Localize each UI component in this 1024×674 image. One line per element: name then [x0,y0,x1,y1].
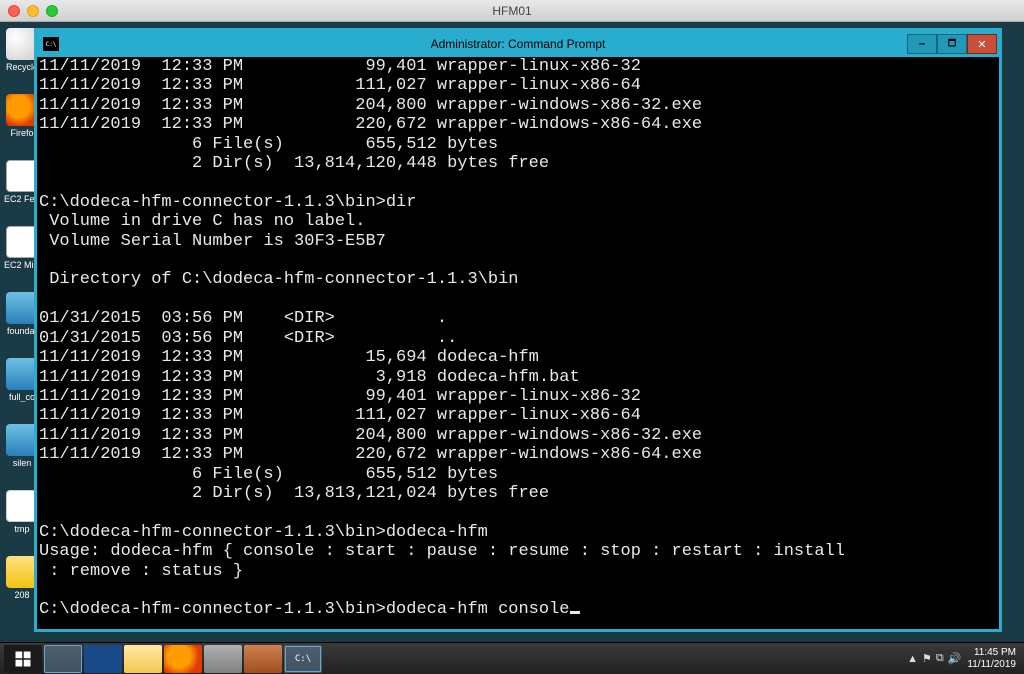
maximize-button[interactable] [937,34,967,54]
taskbar: C:\ ▲ ⚑ ⧉ 🔊 11:45 PM 11/11/2019 [0,642,1024,674]
window-buttons [907,34,997,54]
command-prompt-icon [43,37,59,51]
mac-window-buttons [8,5,58,17]
tray-sound-icon[interactable]: 🔊 [948,652,962,665]
mac-maximize-button[interactable] [46,5,58,17]
tray-icons[interactable]: ▲ ⚑ ⧉ 🔊 [907,652,961,665]
tray-flag-icon[interactable]: ⚑ [922,652,932,665]
taskbar-firefox[interactable] [164,645,202,673]
taskbar-powershell[interactable] [84,645,122,673]
command-prompt-window: Administrator: Command Prompt 11/11/2019… [34,28,1002,632]
command-prompt-titlebar[interactable]: Administrator: Command Prompt [37,31,999,57]
terminal-cursor [570,611,580,614]
taskbar-clock[interactable]: 11:45 PM 11/11/2019 [967,647,1020,671]
taskbar-services[interactable] [204,645,242,673]
taskbar-config[interactable] [244,645,282,673]
taskbar-command-prompt[interactable]: C:\ [284,645,322,673]
command-prompt-title: Administrator: Command Prompt [37,37,999,51]
clock-date: 11/11/2019 [967,659,1016,671]
taskbar-tray: ▲ ⚑ ⧉ 🔊 11:45 PM 11/11/2019 [907,647,1020,671]
mac-titlebar: HFM01 [0,0,1024,22]
windows-logo-icon [14,650,32,668]
tray-network-icon[interactable]: ⧉ [936,652,944,665]
close-button[interactable] [967,34,997,54]
minimize-button[interactable] [907,34,937,54]
start-button[interactable] [4,645,42,673]
desktop[interactable]: RecycleFirefoEC2 FeedEC2 Microfoundatful… [0,22,1024,642]
terminal-prompt-line: C:\dodeca-hfm-connector-1.1.3\bin>dodeca… [39,600,570,619]
mac-window-title: HFM01 [0,4,1024,18]
clock-time: 11:45 PM [967,647,1016,659]
mac-close-button[interactable] [8,5,20,17]
mac-minimize-button[interactable] [27,5,39,17]
tray-up-icon[interactable]: ▲ [907,653,918,665]
terminal-output[interactable]: 11/11/2019 12:33 PM 99,401 wrapper-linux… [37,57,999,629]
taskbar-file-explorer[interactable] [124,645,162,673]
taskbar-server-manager[interactable] [44,645,82,673]
